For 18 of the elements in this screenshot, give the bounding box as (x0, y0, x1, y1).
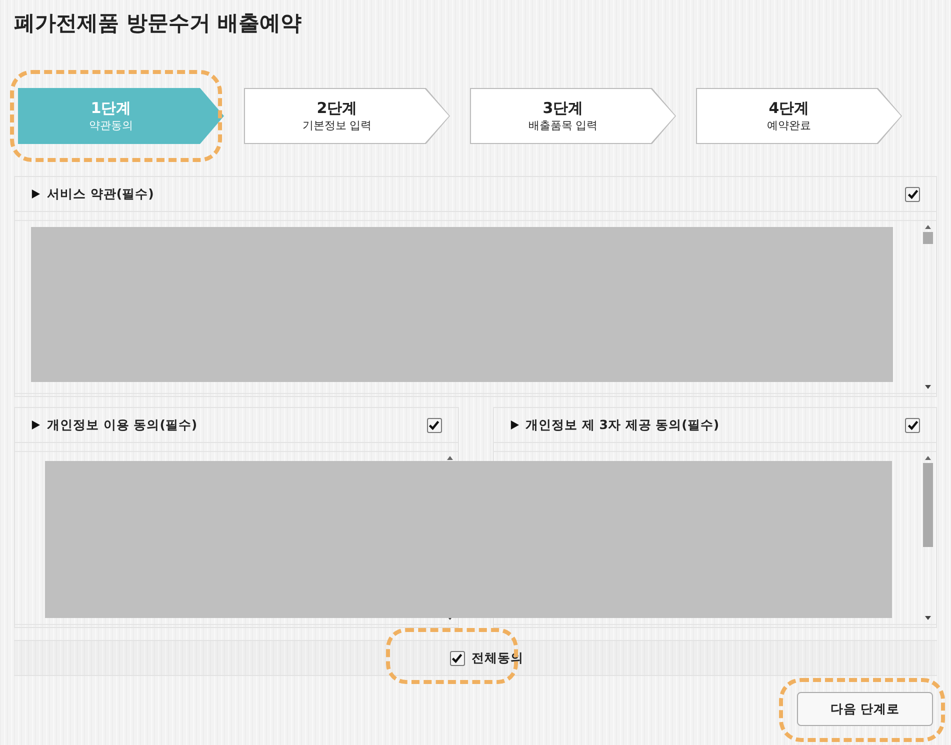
step-tab[interactable]: 4단계 예약완료 (696, 88, 902, 144)
triangle-icon (31, 420, 40, 430)
scrollbar[interactable] (922, 454, 934, 622)
scrollbar[interactable] (922, 223, 934, 391)
checkbox[interactable] (905, 186, 920, 202)
checkbox[interactable] (426, 418, 442, 432)
section-title: 서비스 약관(필수) (47, 186, 155, 202)
triangle-icon (510, 420, 518, 430)
triangle-icon (31, 189, 40, 199)
step-tab[interactable]: 2단계 기본정보 입력 (244, 88, 450, 144)
section-title: 개인정보 이용 동의(필수) (47, 416, 198, 434)
step-tab[interactable]: 3단계 배출품목 입력 (470, 88, 676, 144)
section-title: 개인정보 제 3자 제공 동의(필수) (526, 416, 720, 434)
next-step-button[interactable]: 다음 단계로 (797, 692, 933, 726)
checkbox[interactable] (450, 650, 464, 666)
window-title: 폐가전제품 방문수거 배출예약 (14, 10, 303, 37)
agree-all-label[interactable]: 전체동의 (472, 650, 524, 666)
checkbox[interactable] (905, 418, 920, 432)
